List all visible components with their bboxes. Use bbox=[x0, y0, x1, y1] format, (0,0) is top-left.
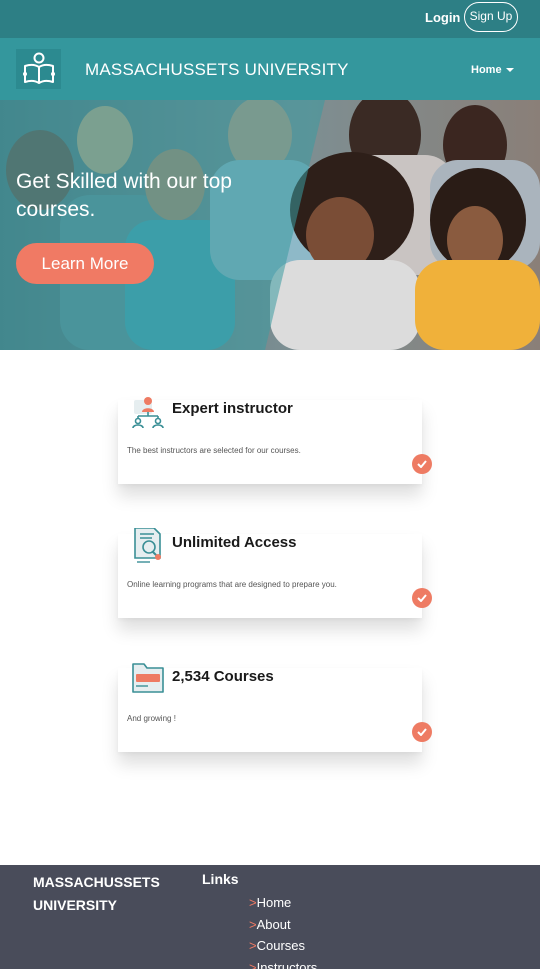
feature-description: And growing ! bbox=[127, 714, 176, 723]
home-dropdown-label: Home bbox=[471, 64, 502, 76]
check-icon bbox=[417, 728, 427, 736]
main-navbar: MASSACHUSSETS UNIVERSITY Home bbox=[0, 38, 540, 100]
hero-banner: Get Skilled with our top courses. Learn … bbox=[0, 100, 540, 350]
check-icon bbox=[417, 460, 427, 468]
certificate-icon bbox=[134, 528, 161, 563]
footer-link-about[interactable]: >About bbox=[249, 914, 317, 936]
open-book-reader-icon bbox=[23, 52, 55, 84]
folder-icon bbox=[132, 663, 164, 693]
footer-links: >Home >About >Courses >Instructors bbox=[249, 892, 317, 969]
feature-description: Online learning programs that are design… bbox=[127, 580, 337, 589]
site-footer: MASSACHUSSETS UNIVERSITY Links >Home >Ab… bbox=[0, 865, 540, 969]
footer-link-home[interactable]: >Home bbox=[249, 892, 317, 914]
learn-more-button[interactable]: Learn More bbox=[16, 243, 154, 284]
check-icon bbox=[417, 594, 427, 602]
signup-button[interactable]: Sign Up bbox=[464, 2, 518, 32]
link-arrow-icon: > bbox=[249, 938, 257, 953]
footer-link-label: Courses bbox=[256, 938, 306, 953]
check-badge bbox=[412, 588, 432, 608]
feature-title: Expert instructor bbox=[172, 400, 293, 417]
footer-link-courses[interactable]: >Courses bbox=[249, 935, 317, 957]
feature-card-access: Unlimited Access Online learning program… bbox=[118, 528, 432, 618]
link-arrow-icon: > bbox=[249, 895, 257, 910]
feature-card-instructor: Expert instructor The best instructors a… bbox=[118, 397, 432, 484]
logo[interactable] bbox=[16, 49, 61, 89]
footer-link-instructors[interactable]: >Instructors bbox=[249, 957, 317, 969]
feature-card-courses: 2,534 Courses And growing ! bbox=[118, 663, 432, 752]
footer-brand: MASSACHUSSETS UNIVERSITY bbox=[33, 874, 160, 913]
footer-link-label: About bbox=[256, 916, 291, 932]
home-dropdown[interactable]: Home bbox=[471, 63, 514, 77]
login-link[interactable]: Login bbox=[425, 10, 460, 26]
link-arrow-icon: > bbox=[249, 916, 257, 932]
footer-link-label: Instructors bbox=[256, 959, 318, 969]
feature-title: 2,534 Courses bbox=[172, 668, 274, 685]
hero-title: Get Skilled with our top courses. bbox=[16, 170, 232, 221]
caret-down-icon bbox=[505, 68, 514, 73]
check-badge bbox=[412, 722, 432, 742]
footer-link-label: Home bbox=[256, 895, 292, 910]
feature-title: Unlimited Access bbox=[172, 534, 297, 551]
check-badge bbox=[412, 454, 432, 474]
brand-title[interactable]: MASSACHUSSETS UNIVERSITY bbox=[85, 60, 349, 80]
link-arrow-icon: > bbox=[249, 959, 257, 969]
instructor-icon bbox=[132, 397, 164, 429]
feature-description: The best instructors are selected for ou… bbox=[127, 446, 301, 455]
hero-teal-overlay bbox=[0, 100, 325, 350]
top-bar: Login Sign Up bbox=[0, 0, 540, 38]
footer-links-heading: Links bbox=[202, 871, 239, 887]
